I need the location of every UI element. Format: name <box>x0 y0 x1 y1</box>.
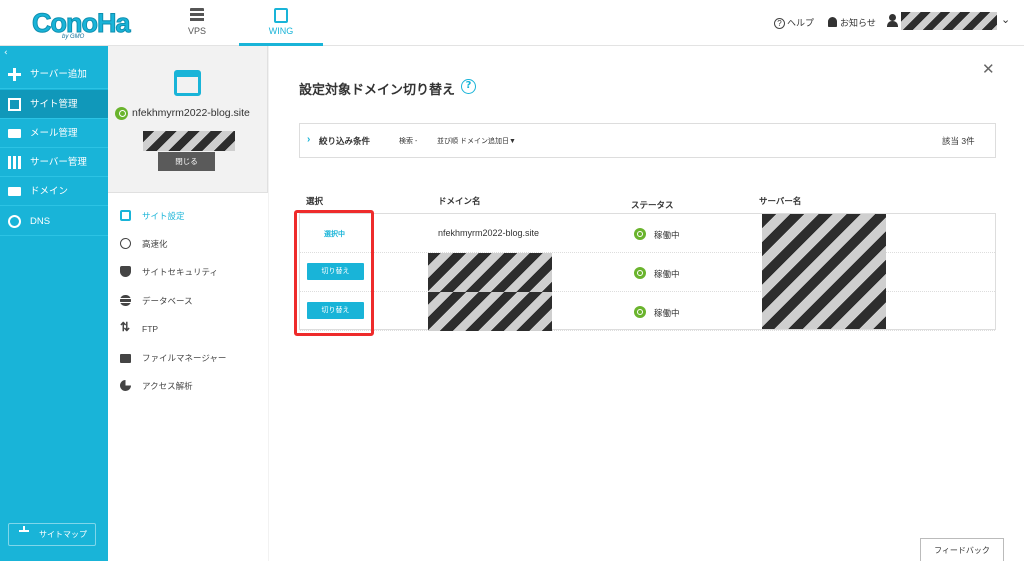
globe-icon <box>8 215 21 228</box>
filter-label[interactable]: 絞り込み条件 <box>319 135 370 147</box>
site-panel: nfekhmyrm2022-blog.site 閉じる サイト設定 高速化 サイ… <box>108 46 268 561</box>
folder-icon <box>120 354 131 363</box>
power-icon <box>634 228 646 240</box>
menu-item-ftp[interactable]: FTP <box>120 320 159 336</box>
status-text: 稼働中 <box>654 308 680 318</box>
help-link[interactable]: ? ヘルプ <box>774 16 814 29</box>
table-row: 切り替え 稼働中 <box>300 292 995 331</box>
result-count: 該当 3件 <box>942 136 975 146</box>
page-title: 設定対象ドメイン切り替え <box>299 82 456 97</box>
collapse-sidebar-icon[interactable]: ‹ <box>4 48 8 58</box>
close-icon[interactable]: ✕ <box>982 60 995 78</box>
sidebar-item-label: ドメイン <box>30 186 69 197</box>
sidebar-item-mail[interactable]: メール管理 <box>0 119 108 148</box>
chevron-down-icon[interactable]: ⌄ <box>1001 13 1010 26</box>
sidebar-item-dns[interactable]: DNS <box>0 207 108 236</box>
filter-sort: 並び順 ドメイン追加日▼ <box>437 138 516 145</box>
plus-icon <box>8 68 21 81</box>
menu-item-access-analysis[interactable]: アクセス解析 <box>120 379 193 393</box>
sidebar-item-label: DNS <box>30 216 51 227</box>
logo-subtext: by GMO <box>62 34 85 40</box>
menu-item-label: FTP <box>142 324 159 334</box>
tab-wing-label: WING <box>268 26 294 36</box>
site-menu: サイト設定 高速化 サイトセキュリティ データベース FTP ファイルマネージャ… <box>108 192 268 561</box>
filter-search: 検索 - <box>399 138 418 145</box>
domain-name-redacted <box>428 253 552 292</box>
power-icon <box>634 267 646 279</box>
filter-bar[interactable]: › 絞り込み条件 検索 - 並び順 ドメイン追加日▼ 該当 3件 <box>299 123 996 158</box>
sidebar-item-label: サイト管理 <box>30 99 78 110</box>
pie-chart-icon <box>120 380 131 391</box>
sitemap-icon <box>19 526 29 539</box>
top-header: ConoHa by GMO VPS WING ? ヘルプ お知らせ ⌄ <box>0 0 1024 46</box>
user-icon[interactable] <box>887 14 898 27</box>
menu-item-database[interactable]: データベース <box>120 294 193 308</box>
sidebar: ‹ サーバー追加 サイト管理 メール管理 サーバー管理 ドメイン DNS サイト… <box>0 46 108 561</box>
column-header-status: ステータス <box>631 200 674 210</box>
highlight-annotation <box>294 210 374 336</box>
database-icon <box>120 295 131 306</box>
domain-icon <box>8 187 21 196</box>
shield-icon <box>120 266 131 277</box>
menu-item-site-settings[interactable]: サイト設定 <box>120 209 185 223</box>
status-text: 稼働中 <box>654 269 680 279</box>
tab-vps-label: VPS <box>187 26 206 36</box>
sidebar-item-label: サーバー追加 <box>30 69 87 80</box>
server-icon <box>190 8 204 23</box>
bell-icon <box>828 17 837 27</box>
column-header-select: 選択 <box>306 196 324 206</box>
close-button[interactable]: 閉じる <box>158 152 215 171</box>
help-label: ヘルプ <box>787 18 815 28</box>
news-link[interactable]: お知らせ <box>828 16 876 29</box>
status-text: 稼働中 <box>654 230 680 240</box>
help-icon[interactable]: ? <box>461 79 476 94</box>
column-header-domain: ドメイン名 <box>438 196 481 206</box>
sitemap-button[interactable]: サイトマップ <box>8 523 96 546</box>
site-domain: nfekhmyrm2022-blog.site <box>132 107 250 119</box>
menu-item-label: 高速化 <box>142 239 168 249</box>
conoha-logo[interactable]: ConoHa by GMO <box>30 8 131 41</box>
website-icon <box>174 70 201 96</box>
sidebar-item-label: メール管理 <box>30 128 78 139</box>
menu-item-label: サイト設定 <box>142 211 185 221</box>
menu-item-label: サイトセキュリティ <box>142 267 218 277</box>
column-header-server: サーバー名 <box>759 196 802 206</box>
domain-name: nfekhmyrm2022-blog.site <box>438 228 540 238</box>
window-icon <box>8 98 21 111</box>
site-thumbnail-redacted <box>143 131 235 151</box>
help-icon: ? <box>774 18 785 29</box>
menu-item-label: ファイルマネージャー <box>142 353 227 363</box>
table-row: 選択中 nfekhmyrm2022-blog.site 稼働中 <box>300 214 995 253</box>
power-icon <box>115 107 128 120</box>
domain-table: 選択中 nfekhmyrm2022-blog.site 稼働中 切り替え 稼働中… <box>299 213 996 331</box>
news-label: お知らせ <box>840 18 876 28</box>
domain-name-redacted <box>428 292 552 331</box>
sitemap-label: サイトマップ <box>39 530 87 539</box>
sidebar-item-site-management[interactable]: サイト管理 <box>0 90 108 119</box>
mail-icon <box>8 129 21 138</box>
power-icon <box>634 306 646 318</box>
wing-icon <box>274 8 288 23</box>
sidebar-item-label: サーバー管理 <box>30 157 87 168</box>
user-name-redacted[interactable] <box>901 12 997 30</box>
server-name-redacted <box>762 214 886 329</box>
settings-icon <box>120 210 131 221</box>
tab-vps[interactable]: VPS <box>155 0 239 46</box>
menu-item-label: アクセス解析 <box>142 381 193 391</box>
menu-item-label: データベース <box>142 296 193 306</box>
sidebar-item-domain[interactable]: ドメイン <box>0 177 108 206</box>
main-content: 設定対象ドメイン切り替え ? ✕ › 絞り込み条件 検索 - 並び順 ドメイン追… <box>269 46 1024 561</box>
tab-wing[interactable]: WING <box>239 0 323 46</box>
sidebar-item-add-server[interactable]: サーバー追加 <box>0 60 108 89</box>
chevron-right-icon[interactable]: › <box>307 134 310 145</box>
menu-item-security[interactable]: サイトセキュリティ <box>120 265 218 279</box>
feedback-button[interactable]: フィードバック <box>920 538 1004 561</box>
speed-icon <box>120 238 131 249</box>
menu-item-speedup[interactable]: 高速化 <box>120 237 168 251</box>
menu-item-file-manager[interactable]: ファイルマネージャー <box>120 351 226 365</box>
server-icon <box>8 156 21 169</box>
sidebar-item-server-management[interactable]: サーバー管理 <box>0 148 108 177</box>
table-row: 切り替え 稼働中 <box>300 253 995 292</box>
transfer-icon <box>120 320 131 334</box>
